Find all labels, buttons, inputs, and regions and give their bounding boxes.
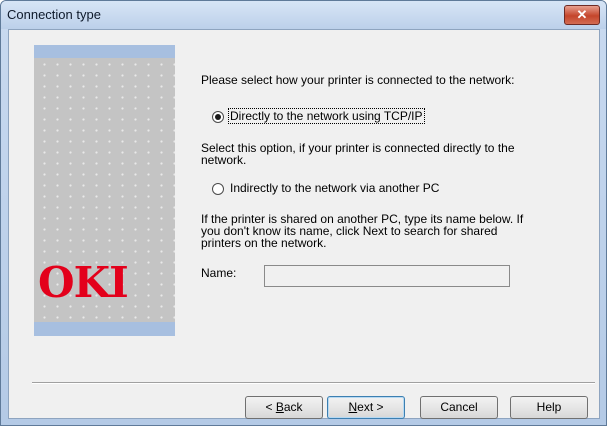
banner-top-bar <box>34 45 175 58</box>
next-button[interactable]: Next > <box>327 396 405 419</box>
oki-logo: OKI <box>38 258 129 307</box>
direct-label-text: Directly to the network using TCP/IP <box>228 108 425 124</box>
connection-type-dialog: Connection type ✕ OKI Please select how … <box>0 0 607 426</box>
next-mnemonic: N <box>348 400 358 414</box>
oki-banner: OKI <box>34 45 175 336</box>
back-mnemonic: B <box>275 400 284 414</box>
button-separator <box>32 382 595 384</box>
cancel-button[interactable]: Cancel <box>420 396 498 419</box>
next-rest: ext > <box>357 400 384 414</box>
close-button[interactable]: ✕ <box>564 5 600 25</box>
connection-prompt: Please select how your printer is connec… <box>201 73 515 87</box>
dialog-body: OKI Please select how your printer is co… <box>8 29 600 419</box>
title-bar: Connection type ✕ <box>1 1 606 29</box>
radio-indirect-pc[interactable] <box>212 183 224 195</box>
shared-printer-help-text: If the printer is shared on another PC, … <box>201 212 524 250</box>
help-button[interactable]: Help <box>510 396 588 419</box>
back-rest: ack <box>283 400 303 414</box>
close-icon: ✕ <box>576 7 588 22</box>
indirect-label-text[interactable]: Indirectly to the network via another PC <box>230 181 439 195</box>
name-label: Name: <box>201 266 237 280</box>
printer-name-input[interactable] <box>264 265 510 287</box>
radio-direct-label[interactable]: Directly to the network using TCP/IP <box>228 108 425 124</box>
radio-direct-tcpip[interactable] <box>212 111 224 123</box>
banner-bottom-bar <box>34 322 175 336</box>
radio-selected-dot <box>215 114 221 120</box>
window-title: Connection type <box>7 7 101 22</box>
back-prefix: < <box>265 400 276 414</box>
back-button[interactable]: < Back <box>245 396 323 419</box>
direct-help-text: Select this option, if your printer is c… <box>201 141 515 167</box>
